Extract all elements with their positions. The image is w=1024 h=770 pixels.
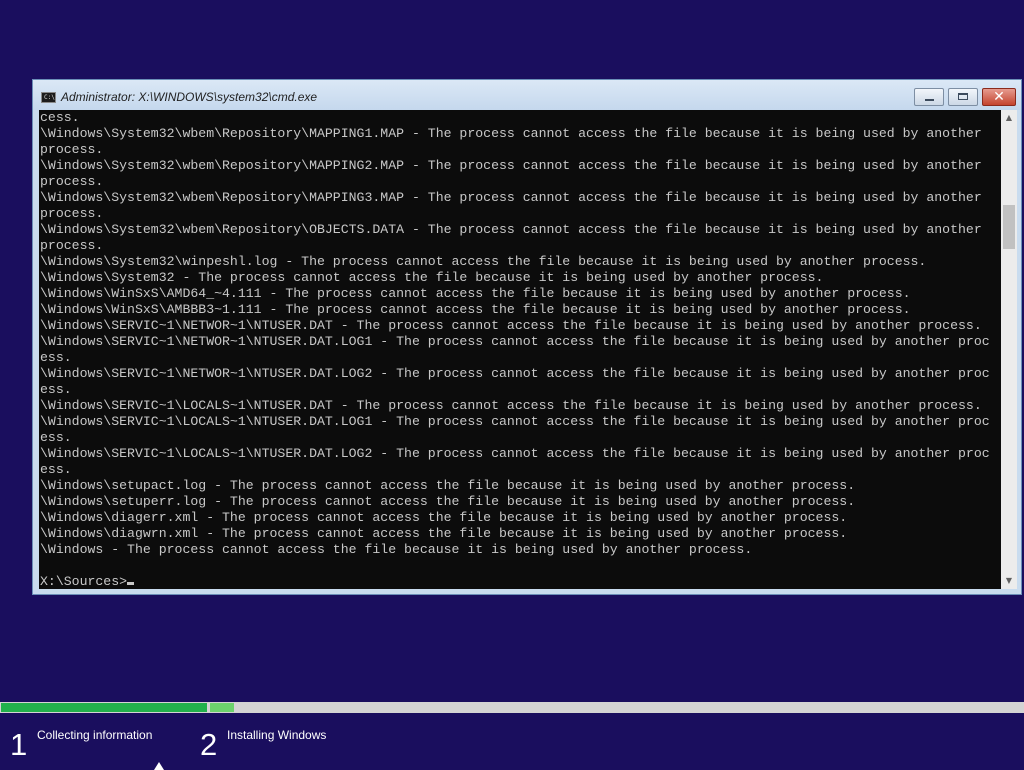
console-icon-text: C:\ [44,94,55,101]
cmd-window[interactable]: C:\ Administrator: X:\WINDOWS\system32\c… [32,79,1022,595]
console-output[interactable]: cess. \Windows\System32\wbem\Repository\… [39,110,1001,589]
scroll-down-icon[interactable]: ▼ [1001,573,1017,589]
step-number: 1 [10,727,28,762]
minimize-icon [925,99,934,101]
progress-collecting [1,703,207,712]
minimize-button[interactable] [914,88,944,106]
mouse-cursor-icon [154,762,164,770]
title-bar[interactable]: C:\ Administrator: X:\WINDOWS\system32\c… [33,80,1021,110]
scroll-up-icon[interactable]: ▲ [1001,110,1017,126]
window-title: Administrator: X:\WINDOWS\system32\cmd.e… [61,90,318,104]
close-button[interactable]: ✕ [982,88,1016,106]
command-prompt[interactable]: X:\Sources> [40,574,127,589]
console-icon: C:\ [41,92,56,103]
maximize-button[interactable] [948,88,978,106]
progress-installing [210,703,234,712]
step-label: Installing Windows [227,728,327,742]
maximize-icon [958,93,968,100]
setup-progress-bar [0,702,1024,713]
console-text: cess. \Windows\System32\wbem\Repository\… [40,110,990,589]
scroll-thumb[interactable] [1003,205,1015,249]
text-cursor [127,582,135,585]
step-number: 2 [200,727,218,762]
close-icon: ✕ [993,89,1005,105]
vertical-scrollbar[interactable]: ▲ ▼ [1001,110,1017,589]
step-label: Collecting information [37,728,153,742]
